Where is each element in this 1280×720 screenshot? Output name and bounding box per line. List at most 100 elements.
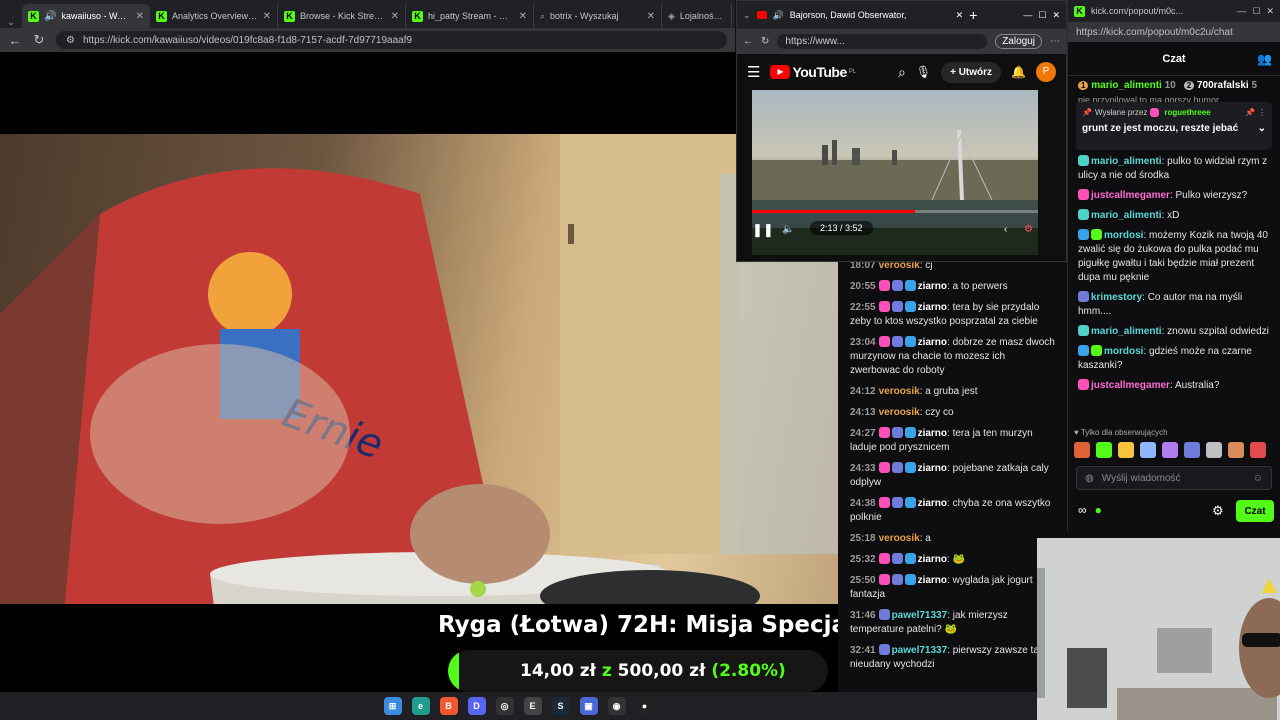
video-player[interactable]: Ernie Ryga (Łotwa) 72H: Misja Specjalna … bbox=[0, 52, 838, 692]
brave-icon[interactable]: B bbox=[439, 697, 458, 715]
emote-icon[interactable] bbox=[1162, 442, 1178, 458]
emote-picker-icon[interactable]: ◍ bbox=[1085, 473, 1094, 484]
app-icon[interactable]: ◉ bbox=[607, 697, 626, 715]
settings-icon[interactable]: ⚙ bbox=[1024, 224, 1033, 235]
close-icon[interactable]: ✕ bbox=[263, 11, 271, 22]
window-close-icon[interactable]: ✕ bbox=[1052, 10, 1060, 21]
new-tab-icon[interactable]: + bbox=[969, 7, 977, 23]
chat-message-input[interactable]: ◍ Wyślij wiadomość ☺ bbox=[1076, 466, 1272, 490]
close-icon[interactable]: ✕ bbox=[647, 11, 655, 22]
pause-icon[interactable]: ❚❚ bbox=[752, 222, 774, 238]
mic-icon[interactable]: 🎙 bbox=[916, 65, 931, 79]
audio-icon[interactable]: 🔊 bbox=[773, 10, 784, 21]
volume-icon[interactable]: 🔈 bbox=[782, 224, 794, 235]
users-icon[interactable]: 👥 bbox=[1257, 52, 1272, 66]
chat-username[interactable]: ziarno bbox=[918, 463, 947, 474]
youtube-url-input[interactable]: https://www... bbox=[777, 34, 988, 49]
audio-icon[interactable]: 🔊 bbox=[44, 11, 56, 22]
site-info-icon[interactable]: ⚙ bbox=[66, 35, 75, 46]
tab-search-icon[interactable]: ⌄ bbox=[0, 17, 22, 28]
maximize-icon[interactable]: ☐ bbox=[1252, 6, 1260, 17]
points-icon[interactable]: ∞ bbox=[1078, 503, 1087, 517]
chat-username[interactable]: ziarno bbox=[918, 428, 947, 439]
steam-icon[interactable]: S bbox=[551, 697, 570, 715]
youtube-logo[interactable]: ▶ YouTube PL bbox=[770, 64, 856, 80]
chat-username[interactable]: ziarno bbox=[918, 337, 947, 348]
reload-icon[interactable]: ↻ bbox=[761, 36, 769, 47]
tab-kawaiiuso[interactable]: K 🔊 kawaiiuso - Watch th ✕ bbox=[22, 4, 150, 28]
url-input[interactable]: ⚙ https://kick.com/kawaiiuso/videos/019f… bbox=[56, 31, 727, 49]
settings-icon[interactable]: ⚙ bbox=[1212, 503, 1224, 519]
youtube-tab-label[interactable]: Bajorson, Dawid Obserwator, bbox=[790, 10, 950, 20]
close-icon[interactable]: ✕ bbox=[519, 11, 527, 22]
epic-games-icon[interactable]: E bbox=[523, 697, 542, 715]
discord-icon[interactable]: D bbox=[467, 697, 486, 715]
tab-botrix[interactable]: ⌕ botrix - Wyszukaj ✕ bbox=[534, 4, 662, 28]
kick-logo-icon[interactable]: ● bbox=[1095, 503, 1102, 517]
store-icon[interactable]: ▣ bbox=[579, 697, 598, 715]
more-icon[interactable]: ⋮ bbox=[1258, 108, 1266, 117]
tab-hi-patty[interactable]: K hi_patty Stream - Watch ✕ bbox=[406, 4, 534, 28]
chat-username[interactable]: krimestory bbox=[1091, 292, 1142, 303]
reload-icon[interactable]: ↻ bbox=[32, 32, 46, 48]
chat-username[interactable]: mario_alimenti bbox=[1091, 210, 1162, 221]
chat-username[interactable]: veroosik bbox=[879, 407, 920, 418]
emote-icon[interactable] bbox=[1228, 442, 1244, 458]
chat-username[interactable]: ziarno bbox=[918, 498, 947, 509]
chat-username[interactable]: ziarno bbox=[918, 575, 947, 586]
top-gifter-1[interactable]: 1 mario_alimenti 10 bbox=[1078, 80, 1176, 91]
youtube-video[interactable]: ❚❚ 🔈 2:13 / 3:52 ‹ ⚙ bbox=[752, 90, 1038, 255]
back-icon[interactable]: ← bbox=[8, 33, 22, 48]
chat-username[interactable]: mordosi bbox=[1104, 230, 1143, 241]
pin-toggle-icon[interactable]: 📌 bbox=[1245, 108, 1255, 117]
login-button[interactable]: Zaloguj bbox=[995, 34, 1042, 49]
bell-icon[interactable]: 🔔 bbox=[1011, 65, 1026, 79]
more-icon[interactable]: ⋯ bbox=[1050, 36, 1060, 47]
minimize-icon[interactable]: — bbox=[1023, 10, 1032, 20]
chat-username[interactable]: ziarno bbox=[918, 302, 947, 313]
chat-username[interactable]: justcallmegamer bbox=[1091, 190, 1170, 201]
minimize-icon[interactable]: — bbox=[1237, 6, 1246, 16]
avatar[interactable]: P bbox=[1036, 62, 1056, 82]
emote-icon[interactable] bbox=[1140, 442, 1156, 458]
close-icon[interactable]: ✕ bbox=[391, 11, 399, 22]
emote-icon[interactable] bbox=[1206, 442, 1222, 458]
obs-icon[interactable]: ◎ bbox=[495, 697, 514, 715]
chat-username[interactable]: pawel71337 bbox=[892, 610, 948, 621]
maximize-icon[interactable]: ☐ bbox=[1038, 10, 1046, 21]
tab-lojalnosc[interactable]: ◈ Lojalność | N bbox=[662, 4, 732, 28]
search-icon[interactable]: ⌕ bbox=[898, 64, 906, 81]
top-gifter-2[interactable]: 2 700rafalski 5 bbox=[1183, 80, 1257, 91]
edge-icon[interactable]: e bbox=[411, 697, 430, 715]
chat-username[interactable]: ziarno bbox=[918, 554, 947, 565]
smiley-icon[interactable]: ☺ bbox=[1253, 473, 1263, 484]
recorder-icon[interactable]: ● bbox=[635, 697, 654, 715]
start-icon[interactable]: ⊞ bbox=[383, 697, 402, 715]
chevron-down-icon[interactable]: ⌄ bbox=[1258, 123, 1266, 134]
chevron-left-icon[interactable]: ‹ bbox=[1004, 224, 1007, 235]
back-icon[interactable]: ← bbox=[743, 36, 753, 47]
emote-icon[interactable] bbox=[1096, 442, 1112, 458]
chat-username[interactable]: mario_alimenti bbox=[1091, 326, 1162, 337]
chat-username[interactable]: veroosik bbox=[879, 533, 920, 544]
chat-username[interactable]: ziarno bbox=[918, 281, 947, 292]
popout-address-bar[interactable]: https://kick.com/popout/m0c2u/chat bbox=[1068, 22, 1280, 42]
menu-icon[interactable]: ☰ bbox=[747, 63, 760, 81]
close-icon[interactable]: ✕ bbox=[956, 10, 964, 21]
tab-search-icon[interactable]: ⌄ bbox=[743, 10, 751, 21]
emote-icon[interactable] bbox=[1118, 442, 1134, 458]
send-chat-button[interactable]: Czat bbox=[1236, 500, 1274, 522]
emote-icon[interactable] bbox=[1184, 442, 1200, 458]
chat-username[interactable]: veroosik bbox=[879, 386, 920, 397]
chat-username[interactable]: mario_alimenti bbox=[1091, 156, 1162, 167]
tab-browse[interactable]: K Browse - Kick Streaming ✕ bbox=[278, 4, 406, 28]
chat-username[interactable]: mordosi bbox=[1104, 346, 1143, 357]
chat-username[interactable]: pawel71337 bbox=[892, 645, 948, 656]
chat-username[interactable]: justcallmegamer bbox=[1091, 380, 1170, 391]
emote-icon[interactable] bbox=[1250, 442, 1266, 458]
close-icon[interactable]: ✕ bbox=[136, 11, 144, 22]
tab-analytics[interactable]: K Analytics Overview - Kick ✕ bbox=[150, 4, 278, 28]
emote-icon[interactable] bbox=[1074, 442, 1090, 458]
create-button[interactable]: + Utwórz bbox=[941, 61, 1002, 83]
window-close-icon[interactable]: ✕ bbox=[1266, 6, 1274, 17]
